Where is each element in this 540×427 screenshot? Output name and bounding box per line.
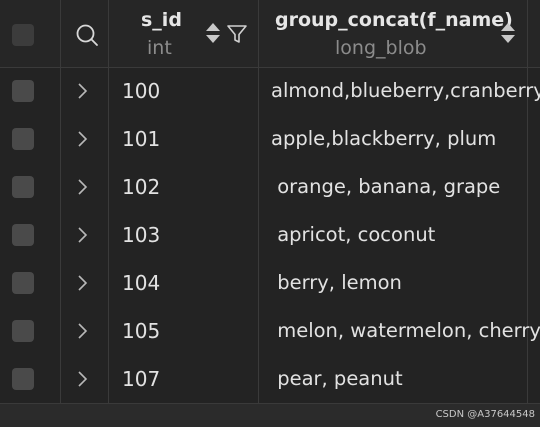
cell-s-id[interactable]: 107 (122, 367, 160, 391)
chevron-right-icon[interactable] (76, 321, 90, 341)
column-name: group_concat(f_name) (275, 9, 513, 31)
row-checkbox[interactable] (12, 176, 34, 198)
row-checkbox[interactable] (12, 128, 34, 150)
sort-icon[interactable] (205, 22, 221, 44)
table-row[interactable]: 102 orange, banana, grape (0, 163, 540, 211)
select-all-checkbox[interactable] (12, 24, 34, 46)
status-bar: CSDN @A37644548 (0, 403, 540, 427)
table-row[interactable]: 100 almond,blueberry,cranberry (0, 67, 540, 115)
chevron-right-icon[interactable] (76, 129, 90, 149)
cell-f-name[interactable]: apricot, coconut (271, 223, 435, 246)
cell-f-name[interactable]: berry, lemon (271, 271, 402, 294)
table-row[interactable]: 107 pear, peanut (0, 355, 540, 403)
row-checkbox[interactable] (12, 224, 34, 246)
cell-s-id[interactable]: 105 (122, 319, 160, 343)
filter-icon[interactable] (226, 23, 248, 45)
sort-icon[interactable] (500, 22, 516, 44)
table-row[interactable]: 104 berry, lemon (0, 259, 540, 307)
cell-s-id[interactable]: 101 (122, 127, 160, 151)
result-grid: s_id int group_concat(f_name) long_blob … (0, 0, 540, 403)
row-checkbox[interactable] (12, 272, 34, 294)
cell-s-id[interactable]: 100 (122, 79, 160, 103)
cell-f-name[interactable]: pear, peanut (271, 367, 402, 390)
watermark: CSDN @A37644548 (435, 409, 535, 420)
search-icon[interactable] (75, 23, 99, 47)
column-type: long_blob (335, 37, 427, 59)
table-row[interactable]: 105 melon, watermelon, cherry (0, 307, 540, 355)
cell-f-name[interactable]: apple,blackberry, plum (271, 127, 496, 150)
cell-f-name[interactable]: almond,blueberry,cranberry (271, 79, 540, 102)
chevron-right-icon[interactable] (76, 273, 90, 293)
cell-s-id[interactable]: 102 (122, 175, 160, 199)
chevron-right-icon[interactable] (76, 81, 90, 101)
chevron-right-icon[interactable] (76, 177, 90, 197)
chevron-right-icon[interactable] (76, 369, 90, 389)
cell-f-name[interactable]: orange, banana, grape (271, 175, 500, 198)
grid-header: s_id int group_concat(f_name) long_blob (0, 0, 540, 68)
column-name: s_id (141, 9, 182, 31)
row-checkbox[interactable] (12, 80, 34, 102)
row-checkbox[interactable] (12, 368, 34, 390)
row-checkbox[interactable] (12, 320, 34, 342)
table-row[interactable]: 101 apple,blackberry, plum (0, 115, 540, 163)
cell-s-id[interactable]: 104 (122, 271, 160, 295)
cell-f-name[interactable]: melon, watermelon, cherry (271, 319, 540, 342)
table-row[interactable]: 103 apricot, coconut (0, 211, 540, 259)
column-type: int (147, 37, 172, 59)
cell-s-id[interactable]: 103 (122, 223, 160, 247)
chevron-right-icon[interactable] (76, 225, 90, 245)
